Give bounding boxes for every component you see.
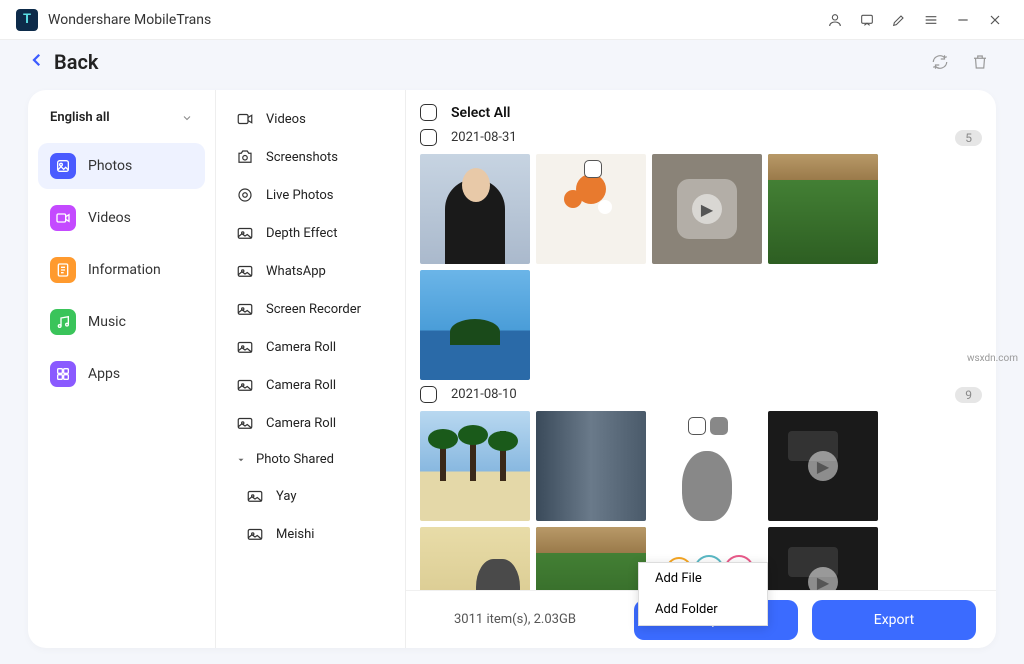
category-information[interactable]: Information [38, 247, 205, 293]
thumbnail[interactable] [652, 411, 762, 521]
user-icon[interactable] [822, 7, 848, 33]
watermark: wsxdn.com [967, 353, 1018, 364]
close-button[interactable] [982, 7, 1008, 33]
sub-whatsapp-4[interactable]: WhatsApp [222, 252, 399, 290]
app-logo-icon: T [16, 9, 38, 31]
triangle-down-icon [236, 455, 246, 465]
content-area: Select All 2021-08-31 5 ▶ 2021-08-10 9 ▶ ▶ 2021… [406, 90, 996, 648]
category-apps[interactable]: Apps [38, 351, 205, 397]
menu-icon[interactable] [918, 7, 944, 33]
date-group-header: 2021-08-31 5 [420, 129, 982, 146]
sub-camera-roll-7[interactable]: Camera Roll [222, 366, 399, 404]
subcategory-list: VideosScreenshotsLive PhotosDepth Effect… [216, 90, 406, 648]
music-icon [50, 309, 76, 335]
item-stats: 3011 item(s), 2.03GB [426, 612, 620, 627]
sub-group-header[interactable]: Photo Shared [222, 442, 399, 477]
thumbnail[interactable] [420, 527, 530, 590]
thumbnail[interactable]: ▶ [768, 527, 878, 590]
category-videos[interactable]: Videos [38, 195, 205, 241]
thumbnail-grid: ▶ [420, 154, 982, 380]
date-group-header: 2021-08-10 9 [420, 386, 982, 403]
titlebar: T Wondershare MobileTrans [0, 0, 1024, 40]
chevron-down-icon [181, 112, 193, 124]
minimize-button[interactable] [950, 7, 976, 33]
menu-add-file[interactable]: Add File [639, 563, 767, 594]
category-photos[interactable]: Photos [38, 143, 205, 189]
thumbnail[interactable] [420, 154, 530, 264]
export-button[interactable]: Export [812, 600, 976, 640]
apps-icon [50, 361, 76, 387]
back-row: Back [0, 40, 1024, 84]
thumbnail[interactable] [420, 270, 530, 380]
refresh-icon[interactable] [924, 46, 956, 78]
back-chevron-icon[interactable] [28, 51, 46, 73]
group-checkbox[interactable] [420, 386, 437, 403]
play-icon: ▶ [808, 567, 838, 590]
app-title: Wondershare MobileTrans [48, 12, 816, 28]
select-all-label: Select All [451, 105, 510, 121]
menu-add-folder[interactable]: Add Folder [639, 594, 767, 625]
group-count: 5 [955, 130, 982, 146]
group-checkbox[interactable] [420, 129, 437, 146]
thumbnail[interactable]: ▶ [768, 411, 878, 521]
sub-screenshots-1[interactable]: Screenshots [222, 138, 399, 176]
sub-screen-recorder-5[interactable]: Screen Recorder [222, 290, 399, 328]
thumbnail[interactable] [768, 154, 878, 264]
videos-icon [50, 205, 76, 231]
group-count: 9 [955, 387, 982, 403]
sub-group-label: Photo Shared [256, 452, 334, 467]
information-icon [50, 257, 76, 283]
thumbnail-scroll[interactable]: Select All 2021-08-31 5 ▶ 2021-08-10 9 ▶ ▶ 2021… [406, 90, 996, 590]
import-context-menu: Add File Add Folder [638, 562, 768, 626]
thumbnail[interactable] [536, 411, 646, 521]
thumbnail[interactable] [536, 527, 646, 590]
sub-videos-0[interactable]: Videos [222, 100, 399, 138]
feedback-icon[interactable] [854, 7, 880, 33]
main-panel: English all Photos Videos Information Music… [28, 90, 996, 648]
back-label[interactable]: Back [54, 50, 916, 74]
sub-camera-roll-6[interactable]: Camera Roll [222, 328, 399, 366]
thumbnail[interactable]: ▶ [652, 154, 762, 264]
sub-shared-yay[interactable]: Yay [222, 477, 399, 515]
delete-icon[interactable] [964, 46, 996, 78]
sub-live-photos-2[interactable]: Live Photos [222, 176, 399, 214]
thumbnail[interactable] [536, 154, 646, 264]
play-icon: ▶ [692, 194, 722, 224]
photos-icon [50, 153, 76, 179]
language-selector[interactable]: English all [38, 104, 205, 131]
language-label: English all [50, 110, 110, 125]
play-icon: ▶ [808, 451, 838, 481]
sub-camera-roll-8[interactable]: Camera Roll [222, 404, 399, 442]
category-sidebar: English all Photos Videos Information Music… [28, 90, 216, 648]
group-date: 2021-08-10 [451, 387, 517, 402]
sub-depth-effect-3[interactable]: Depth Effect [222, 214, 399, 252]
edit-icon[interactable] [886, 7, 912, 33]
category-music[interactable]: Music [38, 299, 205, 345]
thumbnail[interactable] [420, 411, 530, 521]
group-date: 2021-08-31 [451, 130, 517, 145]
select-all-checkbox[interactable] [420, 104, 437, 121]
select-all-row: Select All [420, 104, 982, 121]
sub-shared-meishi[interactable]: Meishi [222, 515, 399, 553]
